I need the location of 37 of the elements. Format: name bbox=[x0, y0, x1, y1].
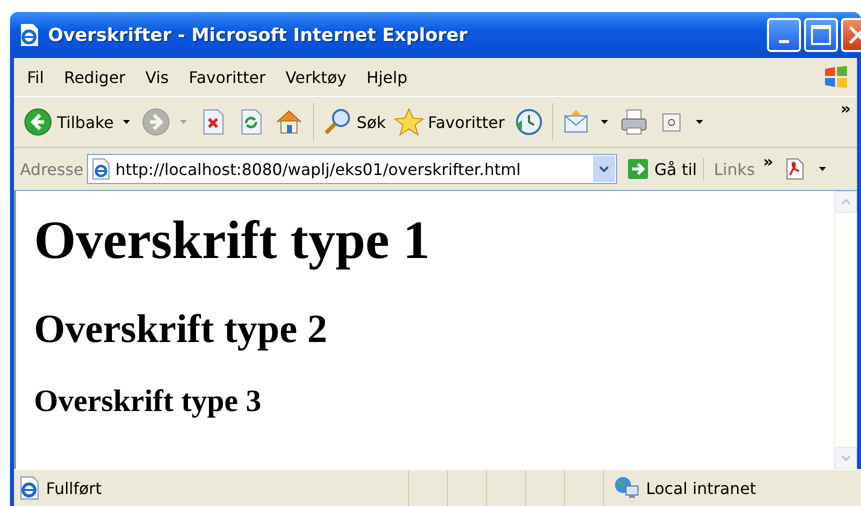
menu-item[interactable]: Vis bbox=[135, 68, 179, 86]
page-icon bbox=[18, 476, 40, 500]
menu-item[interactable]: Verktøy bbox=[276, 68, 356, 86]
links-overflow-chevron[interactable]: » bbox=[762, 152, 774, 171]
heading: Overskrift type 3 bbox=[34, 383, 262, 419]
address-field[interactable]: http://localhost:8080/waplj/eks01/overskrifter.html bbox=[87, 154, 618, 184]
go-button[interactable]: Gå til bbox=[621, 158, 704, 180]
caret-icon[interactable] bbox=[819, 167, 826, 171]
windows-flag-icon bbox=[823, 64, 849, 90]
menu-item[interactable]: Rediger bbox=[54, 68, 136, 86]
security-zone-text: Local intranet bbox=[646, 478, 756, 498]
links-button[interactable]: Links bbox=[708, 160, 755, 178]
caret-icon[interactable] bbox=[122, 120, 130, 124]
back-button[interactable]: Tilbake bbox=[20, 105, 117, 139]
menu-item[interactable]: Favoritter bbox=[178, 68, 276, 86]
toolbar-overflow-chevron[interactable]: » bbox=[840, 99, 851, 118]
caret-icon[interactable] bbox=[600, 120, 608, 124]
caret-icon[interactable] bbox=[696, 120, 703, 124]
menu-item[interactable]: Fil bbox=[17, 68, 54, 86]
heading: Overskrift type 1 bbox=[34, 209, 431, 271]
menu-item[interactable]: Hjelp bbox=[356, 68, 418, 86]
address-label: Adresse bbox=[20, 160, 84, 178]
minimize-button[interactable] bbox=[767, 18, 801, 52]
heading: Overskrift type 2 bbox=[34, 305, 328, 352]
status-text: Fullført bbox=[46, 478, 102, 498]
minimize-icon bbox=[779, 40, 789, 42]
dropdown-button[interactable] bbox=[593, 156, 616, 182]
printer-icon[interactable] bbox=[618, 107, 649, 137]
search-button[interactable]: Søk bbox=[320, 105, 389, 139]
browser-icon[interactable] bbox=[18, 23, 40, 47]
favorites-button[interactable]: Favoritter bbox=[390, 105, 508, 139]
window-title: Overskrifter - Microsoft Internet Explorer bbox=[48, 24, 469, 46]
chevron-down-icon bbox=[599, 166, 610, 172]
maximize-button[interactable] bbox=[804, 18, 838, 52]
globe-computer-icon bbox=[614, 476, 640, 500]
maximize-icon bbox=[811, 25, 831, 45]
page-icon bbox=[91, 158, 112, 180]
